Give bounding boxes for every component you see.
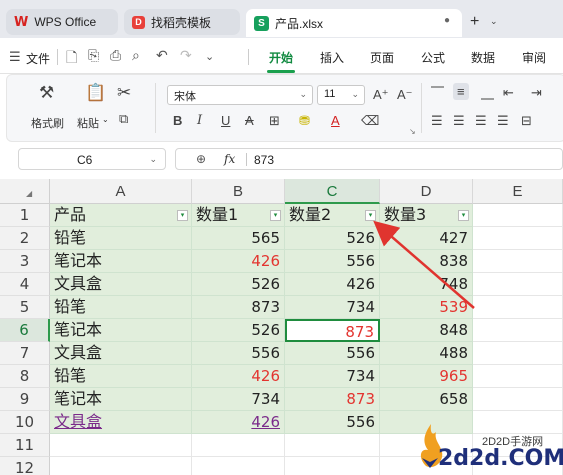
annotation-arrow-icon	[373, 220, 475, 309]
watermark: 2D2D手游网 2d2d.COM	[412, 418, 563, 475]
watermark-big-text: 2d2d.COM	[438, 446, 563, 471]
